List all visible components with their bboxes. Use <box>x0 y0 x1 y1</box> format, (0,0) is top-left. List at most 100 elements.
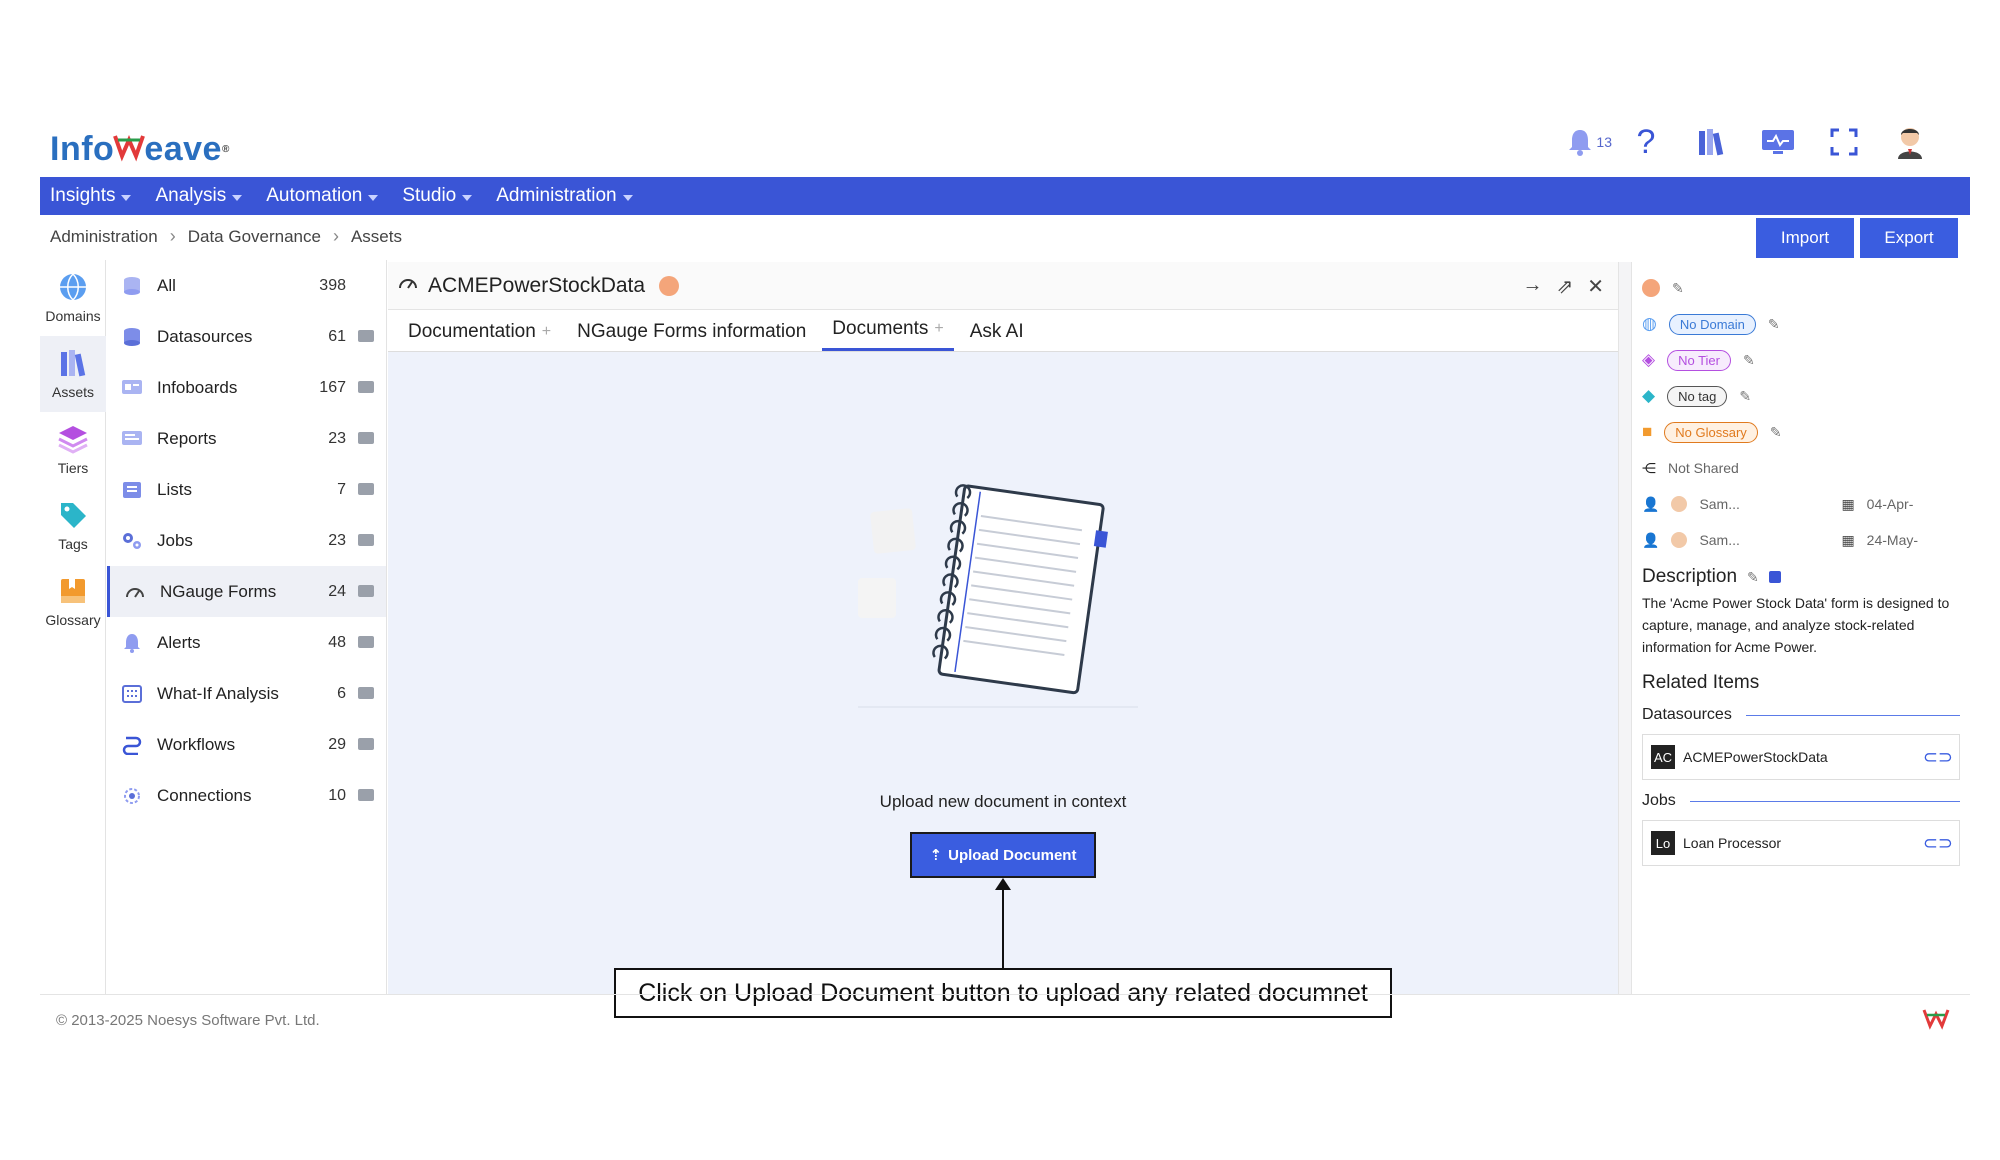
ai-icon[interactable] <box>1768 571 1781 583</box>
tab-documents[interactable]: Documents + <box>822 318 954 351</box>
folder-icon[interactable] <box>358 381 374 393</box>
main-nav: Insights Analysis Automation Studio Admi… <box>40 177 1970 215</box>
import-button[interactable]: Import <box>1756 218 1854 258</box>
category-connections[interactable]: Connections 10 <box>107 770 386 821</box>
help-button[interactable]: ? <box>1626 122 1666 162</box>
logo-text-right: eave <box>144 130 222 168</box>
rail-label: Tiers <box>57 460 89 476</box>
close-icon[interactable]: ✕ <box>1587 274 1604 299</box>
monitor-button[interactable] <box>1758 122 1798 162</box>
caret-down-icon <box>121 194 132 201</box>
export-button[interactable]: Export <box>1860 218 1958 258</box>
tab-documentation[interactable]: Documentation + <box>398 321 561 351</box>
header-actions: → ⇗ ✕ <box>1522 274 1604 299</box>
breadcrumb-item[interactable]: Data Governance <box>188 227 321 247</box>
category-all[interactable]: All 398 <box>107 260 386 311</box>
arrow-right-icon[interactable]: → <box>1522 274 1542 299</box>
category-workflows[interactable]: Workflows 29 <box>107 719 386 770</box>
category-infoboards[interactable]: Infoboards 167 <box>107 362 386 413</box>
category-lists[interactable]: Lists 7 <box>107 464 386 515</box>
edit-icon[interactable]: ✎ <box>1747 569 1759 586</box>
gauge-icon <box>124 581 146 603</box>
nav-label: Studio <box>402 185 457 206</box>
category-count: 6 <box>337 684 346 702</box>
monitor-icon <box>1762 130 1794 154</box>
category-label: Reports <box>157 428 217 448</box>
domain-row: ◍ No Domain ✎ <box>1642 306 1960 342</box>
breadcrumb-item: Assets <box>350 226 402 246</box>
breadcrumb-item[interactable]: Administration <box>50 227 158 247</box>
item-abbr: AC <box>1651 745 1675 769</box>
book-icon: ■ <box>1642 422 1653 441</box>
folder-icon[interactable] <box>358 330 374 342</box>
rail-tags[interactable]: Tags <box>40 488 106 564</box>
fullscreen-button[interactable] <box>1824 122 1864 162</box>
glossary-pill: No Glossary <box>1664 421 1758 443</box>
category-count: 48 <box>328 633 346 651</box>
category-reports[interactable]: Reports 23 <box>107 413 386 464</box>
library-button[interactable] <box>1692 122 1732 162</box>
link-icon[interactable]: ⊂⊃ <box>1923 747 1953 768</box>
category-count: 167 <box>319 378 346 396</box>
category-label: Alerts <box>157 632 201 652</box>
folder-icon[interactable] <box>358 483 374 495</box>
category-alerts[interactable]: Alerts 48 <box>107 617 386 668</box>
folder-icon[interactable] <box>358 636 374 648</box>
rail-glossary[interactable]: Glossary <box>40 564 106 640</box>
tab-label: Documentation <box>408 321 536 342</box>
avatar <box>1671 496 1688 512</box>
rail-tiers[interactable]: Tiers <box>40 412 106 488</box>
category-what-if-analysis[interactable]: What-If Analysis 6 <box>107 668 386 719</box>
logo-mark-icon <box>112 128 146 171</box>
modified-date: 24-May- <box>1866 532 1919 548</box>
related-items-heading: Related Items <box>1642 672 1760 693</box>
globe-icon: ◍ <box>1642 314 1657 333</box>
grid-calculator-icon <box>121 683 143 705</box>
folder-icon[interactable] <box>358 789 374 801</box>
user-avatar[interactable] <box>1890 122 1930 162</box>
edit-icon[interactable]: ✎ <box>1672 280 1684 297</box>
nav-insights[interactable]: Insights <box>50 185 132 207</box>
related-job-card[interactable]: Lo Loan Processor ⊂⊃ <box>1642 820 1960 866</box>
nav-studio[interactable]: Studio <box>402 185 473 207</box>
folder-icon[interactable] <box>358 687 374 699</box>
folder-icon[interactable] <box>358 738 374 750</box>
upload-button-label: Upload Document <box>948 846 1077 864</box>
panel-resize-handle[interactable] <box>1618 262 1632 994</box>
related-datasource-card[interactable]: AC ACMEPowerStockData ⊂⊃ <box>1642 734 1960 780</box>
registered-mark: ® <box>221 144 230 155</box>
edit-icon[interactable]: ✎ <box>1768 316 1780 333</box>
folder-icon[interactable] <box>358 585 374 597</box>
edit-icon[interactable]: ✎ <box>1739 388 1751 405</box>
category-ngauge-forms[interactable]: NGauge Forms 24 <box>107 566 386 617</box>
section-label: Datasources <box>1642 706 1732 723</box>
nav-automation[interactable]: Automation <box>266 185 379 207</box>
plus-icon[interactable]: + <box>542 323 551 341</box>
category-datasources[interactable]: Datasources 61 <box>107 311 386 362</box>
category-jobs[interactable]: Jobs 23 <box>107 515 386 566</box>
rail-domains[interactable]: Domains <box>40 260 106 336</box>
plus-icon[interactable]: + <box>934 320 943 338</box>
nav-administration[interactable]: Administration <box>496 185 633 207</box>
nav-analysis[interactable]: Analysis <box>155 185 243 207</box>
status-badge <box>659 275 680 296</box>
folder-icon[interactable] <box>358 432 374 444</box>
edit-icon[interactable]: ✎ <box>1770 424 1782 441</box>
open-external-icon[interactable]: ⇗ <box>1556 274 1573 299</box>
tab-ask-ai[interactable]: Ask AI <box>960 321 1034 351</box>
link-icon[interactable]: ⊂⊃ <box>1923 833 1953 854</box>
datasources-section: Datasources <box>1642 706 1960 724</box>
notifications-button[interactable]: 13 <box>1560 122 1612 162</box>
rail-assets[interactable]: Assets <box>40 336 106 412</box>
description-text: The 'Acme Power Stock Data' form is desi… <box>1642 595 1950 655</box>
left-rail: Domains Assets Tiers Tags Glossary <box>40 260 106 994</box>
avatar <box>1671 532 1688 548</box>
item-name: ACMEPowerStockData <box>1683 749 1828 765</box>
glossary-row: ■ No Glossary ✎ <box>1642 414 1960 450</box>
tab-ngauge-forms-information[interactable]: NGauge Forms information <box>567 321 816 351</box>
category-label: Workflows <box>157 734 236 754</box>
folder-icon[interactable] <box>358 534 374 546</box>
edit-icon[interactable]: ✎ <box>1743 352 1755 369</box>
upload-document-button[interactable]: ⇡ Upload Document <box>910 832 1096 878</box>
tag-row: ◆ No tag ✎ <box>1642 378 1960 414</box>
